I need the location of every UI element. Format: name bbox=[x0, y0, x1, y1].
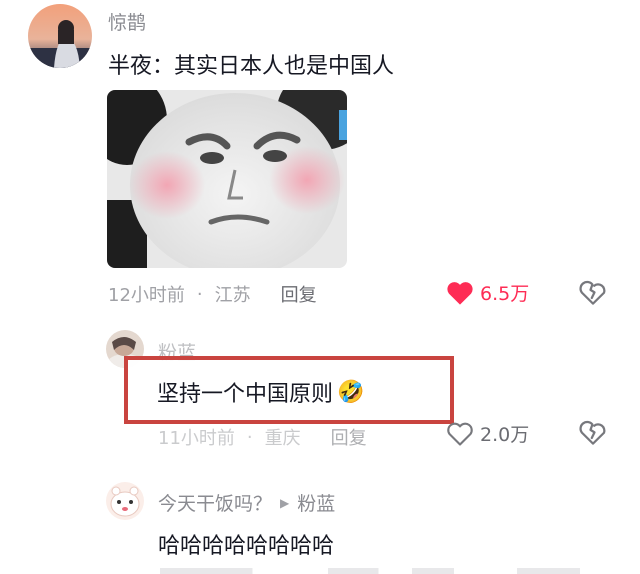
like-count: 6.5万 bbox=[480, 283, 530, 305]
comment-location: 江苏 bbox=[214, 285, 251, 306]
reply-time: 11小时前 bbox=[158, 428, 235, 449]
reply-location: 重庆 bbox=[264, 428, 301, 449]
next-row-fragment bbox=[160, 568, 580, 574]
broken-heart-icon bbox=[579, 420, 606, 445]
reply-author-line: 今天干饭吗？ ▶ 粉蓝 bbox=[158, 489, 335, 516]
like-button[interactable]: 6.5万 bbox=[446, 279, 529, 306]
avatar[interactable] bbox=[28, 4, 92, 68]
avatar[interactable] bbox=[106, 482, 144, 520]
reply-to-author[interactable]: 粉蓝 bbox=[297, 489, 335, 516]
comment-meta: 12小时前 · 江苏 回复 bbox=[108, 281, 317, 307]
broken-heart-icon bbox=[579, 280, 606, 305]
reply-meta: 11小时前 · 重庆 回复 bbox=[158, 424, 367, 450]
reply-text: 坚持一个中国原则 🤣 bbox=[157, 376, 364, 408]
like-button[interactable]: 2.0万 bbox=[446, 420, 529, 447]
comment-time: 12小时前 bbox=[108, 285, 185, 306]
dislike-button[interactable] bbox=[578, 278, 608, 308]
reply-text-content: 坚持一个中国原则 bbox=[157, 382, 334, 407]
reply-text: 哈哈哈哈哈哈哈哈 bbox=[158, 534, 335, 559]
comment-text: 半夜：其实日本人也是中国人 bbox=[108, 54, 395, 79]
meta-separator: · bbox=[246, 426, 253, 448]
meta-separator: · bbox=[196, 283, 203, 305]
laughing-emoji-icon: 🤣 bbox=[337, 379, 365, 405]
heart-filled-icon bbox=[447, 281, 473, 305]
reply-button[interactable]: 回复 bbox=[331, 424, 367, 450]
reply-arrow-icon: ▶ bbox=[280, 495, 290, 510]
comment-author[interactable]: 惊鹊 bbox=[108, 8, 146, 35]
reply-author[interactable]: 今天干饭吗？ bbox=[158, 489, 272, 516]
meme-image[interactable] bbox=[107, 90, 347, 268]
reply-button[interactable]: 回复 bbox=[281, 281, 317, 307]
dislike-button[interactable] bbox=[578, 418, 608, 448]
heart-outline-icon bbox=[447, 422, 473, 446]
like-count: 2.0万 bbox=[480, 424, 530, 446]
